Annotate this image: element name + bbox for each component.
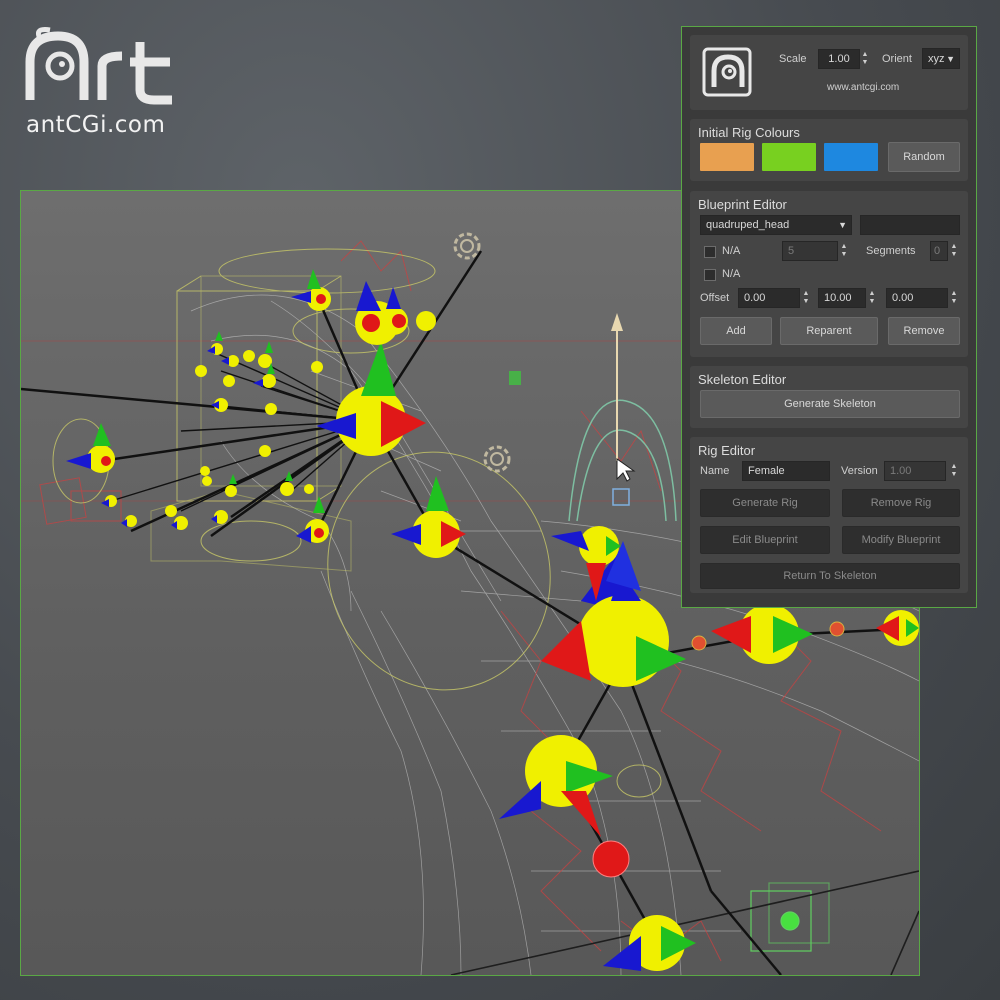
version-spinner[interactable]: ▲ ▼: [948, 460, 960, 482]
version-field[interactable]: 1.00: [884, 461, 946, 481]
joint-neck-base[interactable]: [391, 476, 466, 558]
chevron-down-icon: ▼: [838, 220, 847, 230]
spin-down-icon[interactable]: ▼: [951, 298, 958, 306]
return-to-skeleton-button[interactable]: Return To Skeleton: [700, 563, 960, 589]
joint-elbow-l[interactable]: [592, 840, 630, 878]
module-value: quadruped_head: [706, 219, 790, 231]
edit-blueprint-button[interactable]: Edit Blueprint: [700, 526, 830, 554]
na1-spinner[interactable]: ▲ ▼: [838, 240, 850, 262]
joint-mouth[interactable]: [296, 496, 329, 543]
spin-up-icon[interactable]: ▲: [862, 51, 869, 59]
logo-url-text: antCGi.com: [26, 112, 166, 138]
reparent-button[interactable]: Reparent: [780, 317, 878, 345]
rig-colours-title: Initial Rig Colours: [698, 125, 800, 140]
offset-x-spinner[interactable]: ▲ ▼: [800, 287, 812, 309]
rig-colours-section: Initial Rig Colours Random: [690, 119, 968, 181]
spin-down-icon[interactable]: ▼: [951, 471, 958, 479]
module-dropdown[interactable]: quadruped_head ▼: [700, 215, 852, 235]
scale-spinner[interactable]: ▲ ▼: [859, 48, 871, 70]
rig-name-field[interactable]: Female: [742, 461, 830, 481]
random-button[interactable]: Random: [888, 142, 960, 172]
scale-label: Scale: [779, 53, 807, 65]
pole-vector-control: [568, 399, 677, 522]
joint-shoulder-l[interactable]: [499, 735, 613, 837]
spin-up-icon[interactable]: ▲: [841, 243, 848, 251]
scale-field[interactable]: 1.00: [818, 49, 860, 69]
skeleton-editor-section: Skeleton Editor Generate Skeleton: [690, 366, 968, 428]
header-section: Scale 1.00 ▲ ▼ Orient xyz ▼ www.antcgi.co…: [690, 35, 968, 110]
add-button[interactable]: Add: [700, 317, 772, 345]
generate-skeleton-button[interactable]: Generate Skeleton: [700, 390, 960, 418]
website-text: www.antcgi.com: [827, 82, 900, 93]
spin-up-icon[interactable]: ▲: [869, 290, 876, 298]
na1-checkbox[interactable]: [704, 246, 716, 258]
joint-shoulder-r[interactable]: [711, 604, 813, 664]
rig-editor-section: Rig Editor Name Female Version 1.00 ▲ ▼ G…: [690, 437, 968, 593]
ground-lines: [450, 870, 919, 975]
app-logo-icon: [702, 47, 752, 97]
chevron-down-icon: ▼: [946, 53, 955, 64]
joint-head-top[interactable]: [291, 269, 436, 345]
offset-z-spinner[interactable]: ▲ ▼: [948, 287, 960, 309]
na1-field[interactable]: 5: [782, 241, 838, 261]
spin-up-icon[interactable]: ▲: [803, 290, 810, 298]
colour-swatch-1[interactable]: [700, 143, 754, 171]
spin-down-icon[interactable]: ▼: [862, 59, 869, 67]
joint-jaw[interactable]: [66, 423, 115, 473]
rig-editor-title: Rig Editor: [698, 443, 756, 458]
blueprint-editor-section: Blueprint Editor quadruped_head ▼ N/A 5 …: [690, 191, 968, 357]
colour-swatch-3[interactable]: [824, 143, 878, 171]
art-logo-mark: [25, 27, 172, 105]
offset-label: Offset: [700, 292, 730, 304]
spin-up-icon[interactable]: ▲: [951, 463, 958, 471]
offset-x-field[interactable]: 0.00: [738, 288, 800, 308]
segments-label: Segments: [866, 245, 916, 257]
blueprint-editor-title: Blueprint Editor: [698, 197, 787, 212]
spin-down-icon[interactable]: ▼: [841, 251, 848, 259]
face-joints[interactable]: [105, 343, 323, 530]
segments-field[interactable]: 0: [930, 241, 948, 261]
offset-y-field[interactable]: 10.00: [818, 288, 866, 308]
segments-spinner[interactable]: ▲ ▼: [948, 240, 960, 262]
version-label: Version: [841, 465, 878, 477]
remove-rig-button[interactable]: Remove Rig: [842, 489, 960, 517]
generate-rig-button[interactable]: Generate Rig: [700, 489, 830, 517]
name-label: Name: [700, 465, 730, 477]
orient-value: xyz: [928, 52, 945, 65]
orient-label: Orient: [882, 53, 912, 65]
art-tool-panel: Scale 1.00 ▲ ▼ Orient xyz ▼ www.antcgi.co…: [681, 26, 977, 608]
antcgi-logo: antCGi.com: [22, 22, 202, 142]
na2-label: N/A: [722, 268, 741, 280]
skeleton-editor-title: Skeleton Editor: [698, 372, 787, 387]
spin-down-icon[interactable]: ▼: [869, 298, 876, 306]
spin-up-icon[interactable]: ▲: [951, 243, 958, 251]
spin-down-icon[interactable]: ▼: [803, 298, 810, 306]
module-name-field[interactable]: [860, 215, 960, 235]
spin-up-icon[interactable]: ▲: [951, 290, 958, 298]
na2-checkbox[interactable]: [704, 269, 716, 281]
face-joint-cones: [101, 346, 263, 529]
gear-controls: [453, 232, 511, 473]
remove-button[interactable]: Remove: [888, 317, 960, 345]
offset-y-spinner[interactable]: ▲ ▼: [866, 287, 878, 309]
spin-down-icon[interactable]: ▼: [951, 251, 958, 259]
offset-z-field[interactable]: 0.00: [886, 288, 948, 308]
orient-dropdown[interactable]: xyz ▼: [922, 48, 960, 69]
modify-blueprint-button[interactable]: Modify Blueprint: [842, 526, 960, 554]
na1-label: N/A: [722, 245, 741, 257]
colour-swatch-2[interactable]: [762, 143, 816, 171]
